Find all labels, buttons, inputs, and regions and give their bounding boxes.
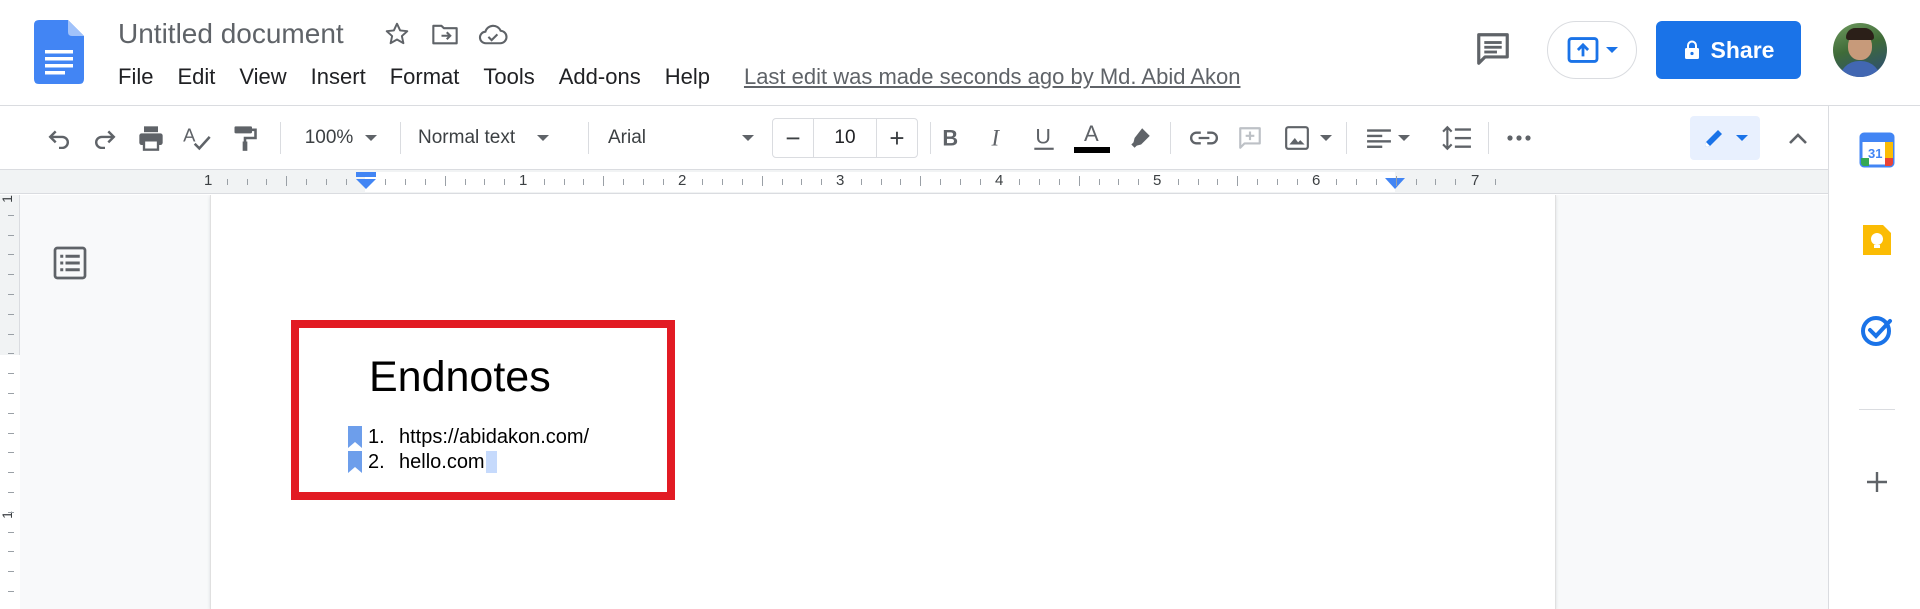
menu-insert[interactable]: Insert: [311, 64, 366, 90]
document-title[interactable]: Untitled document: [118, 18, 344, 50]
editing-mode-dropdown-icon: [1736, 135, 1748, 141]
comment-history-icon[interactable]: [1474, 30, 1512, 68]
app-header: Untitled document File Edit View Insert …: [0, 0, 1920, 106]
ruler-number: 3: [836, 172, 845, 189]
insert-image-button[interactable]: [1278, 116, 1338, 160]
menu-edit[interactable]: Edit: [177, 64, 215, 90]
hide-menus-chevron-up-icon[interactable]: [1780, 116, 1816, 160]
undo-icon[interactable]: [40, 116, 78, 160]
present-button[interactable]: [1547, 21, 1637, 79]
increase-font-size-button[interactable]: +: [877, 119, 917, 157]
editing-mode-button[interactable]: [1690, 116, 1760, 160]
add-addon-plus-icon[interactable]: [1859, 464, 1895, 500]
ruler-number: 2: [678, 172, 687, 189]
last-edit-link[interactable]: Last edit was made seconds ago by Md. Ab…: [744, 64, 1241, 90]
ruler-number: 1: [519, 172, 528, 189]
text-selection-highlight: [485, 451, 497, 473]
endnote-number: 2.: [368, 450, 385, 473]
bold-icon[interactable]: B: [934, 116, 966, 160]
spellcheck-icon[interactable]: A: [178, 116, 216, 160]
menu-file[interactable]: File: [118, 64, 153, 90]
side-panel: 31: [1828, 106, 1920, 609]
endnote-item[interactable]: 2. hello.com: [348, 450, 497, 474]
image-icon: [1285, 126, 1309, 150]
keep-icon[interactable]: [1859, 222, 1895, 258]
left-indent-marker-icon[interactable]: [354, 172, 378, 192]
document-outline-icon[interactable]: [52, 245, 88, 281]
calendar-icon[interactable]: 31: [1859, 132, 1895, 168]
svg-text:B: B: [942, 126, 958, 150]
highlight-color-icon[interactable]: [1122, 116, 1158, 160]
share-label: Share: [1710, 36, 1775, 63]
share-button[interactable]: Share: [1656, 21, 1801, 79]
font-value: Arial: [608, 127, 647, 148]
formatting-toolbar: A 100% Normal text Arial − 10 + B I U A: [0, 106, 1828, 170]
paragraph-style-select[interactable]: Normal text: [418, 116, 574, 160]
zoom-dropdown-icon: [365, 135, 378, 141]
endnote-number: 1.: [368, 425, 385, 448]
ruler-number: 7: [1471, 172, 1480, 189]
font-size-control: − 10 +: [772, 118, 918, 158]
ruler-number: 4: [995, 172, 1004, 189]
docs-logo-icon[interactable]: [34, 20, 84, 84]
svg-text:31: 31: [1868, 146, 1882, 161]
align-dropdown-icon: [1398, 135, 1410, 141]
vertical-ruler[interactable]: 1 1: [0, 195, 20, 609]
style-dropdown-icon: [537, 135, 550, 141]
bookmark-icon: [348, 451, 362, 473]
redo-icon[interactable]: [86, 116, 124, 160]
ruler-number: 1: [204, 172, 213, 189]
align-left-icon: [1367, 129, 1391, 148]
cloud-saved-icon[interactable]: [478, 19, 508, 49]
align-button[interactable]: [1360, 116, 1416, 160]
paragraph-style-value: Normal text: [418, 127, 516, 148]
menu-bar: File Edit View Insert Format Tools Add-o…: [118, 64, 1240, 90]
endnotes-heading[interactable]: Endnotes: [369, 353, 551, 402]
menu-add-ons[interactable]: Add-ons: [559, 64, 641, 90]
font-size-input[interactable]: 10: [813, 119, 877, 157]
svg-text:I: I: [990, 126, 1000, 150]
zoom-value: 100%: [304, 127, 354, 148]
horizontal-ruler[interactable]: 1 1 2 3 4 5 6 7: [0, 170, 1828, 194]
star-icon[interactable]: [382, 19, 412, 49]
vruler-number: 1: [0, 195, 15, 203]
present-icon: [1567, 37, 1599, 63]
print-icon[interactable]: [132, 116, 170, 160]
avatar[interactable]: [1833, 23, 1887, 77]
ruler-number: 6: [1312, 172, 1321, 189]
more-options-icon[interactable]: [1500, 116, 1538, 160]
endnote-text[interactable]: hello.com: [399, 451, 485, 474]
bookmark-icon: [348, 426, 362, 448]
document-workspace: 1 1 Endnotes 1. https://abidakon.com/ 2.…: [0, 195, 1828, 609]
pencil-icon: [1705, 130, 1722, 147]
paint-format-icon[interactable]: [226, 116, 264, 160]
image-dropdown-icon: [1320, 135, 1332, 141]
text-color-icon[interactable]: A: [1072, 116, 1112, 160]
ruler-number: 5: [1153, 172, 1162, 189]
underline-icon[interactable]: U: [1028, 116, 1060, 160]
menu-format[interactable]: Format: [390, 64, 460, 90]
lock-icon: [1684, 40, 1699, 59]
svg-text:A: A: [1084, 121, 1099, 146]
endnote-item[interactable]: 1. https://abidakon.com/: [348, 425, 589, 449]
present-dropdown-icon: [1606, 47, 1618, 53]
font-select[interactable]: Arial: [608, 116, 758, 160]
menu-help[interactable]: Help: [665, 64, 710, 90]
italic-icon[interactable]: I: [982, 116, 1014, 160]
tasks-icon[interactable]: [1859, 312, 1895, 348]
insert-link-icon[interactable]: [1186, 116, 1222, 160]
decrease-font-size-button[interactable]: −: [773, 119, 813, 157]
move-folder-icon[interactable]: [430, 19, 460, 49]
zoom-select[interactable]: 100%: [296, 116, 386, 160]
menu-view[interactable]: View: [239, 64, 286, 90]
add-comment-icon[interactable]: [1232, 116, 1268, 160]
endnote-text[interactable]: https://abidakon.com/: [399, 426, 589, 449]
menu-tools[interactable]: Tools: [483, 64, 534, 90]
line-spacing-icon[interactable]: [1438, 116, 1476, 160]
svg-text:A: A: [183, 124, 196, 145]
font-dropdown-icon: [742, 135, 754, 141]
svg-text:U: U: [1035, 124, 1051, 148]
